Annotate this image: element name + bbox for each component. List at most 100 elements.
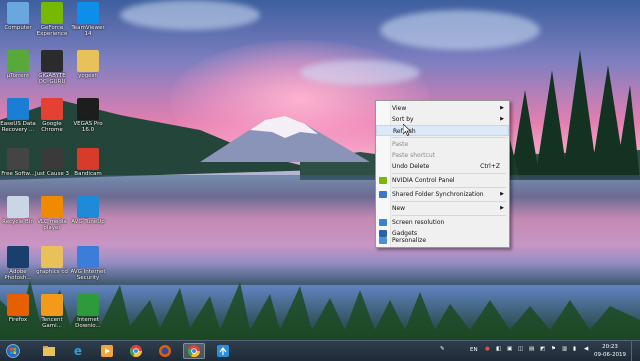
menu-item-view[interactable]: View ▶ <box>376 103 509 114</box>
desktop-icon[interactable]: graphics cd <box>34 246 70 275</box>
desktop-icon[interactable]: yogesh <box>70 50 106 79</box>
free-software-icon <box>7 148 29 170</box>
desktop-icon-label: VEGAS Pro 16.0 <box>73 121 103 133</box>
desktop-wallpaper[interactable]: Computer GeForce Experience TeamViewer 14 µ… <box>0 0 640 340</box>
taskbar: e ✎ EN ● ◧ ▣ ◫ ▤ ◩ ⚑ ▥ ▮ ◀ 20:23 09-06-2… <box>0 340 640 361</box>
tray-app-icon[interactable]: ▤ <box>529 346 534 352</box>
desktop-icon[interactable]: AVG TuneUp <box>70 196 106 225</box>
vegas-icon <box>77 98 99 120</box>
desktop-icon[interactable]: Adobe Photosh... <box>0 246 36 281</box>
desktop-icon[interactable]: AVG Internet Security <box>70 246 106 281</box>
submenu-arrow-icon: ▶ <box>500 205 504 211</box>
chrome-icon <box>188 345 200 357</box>
media-player-icon <box>101 345 113 357</box>
desktop-icon[interactable]: Google Chrome <box>34 98 70 133</box>
taskbar-internet-explorer[interactable]: e <box>67 343 89 359</box>
desktop-icon[interactable]: EaseUS Data Recovery ... <box>0 98 36 133</box>
tray-app-icon[interactable]: ▥ <box>562 346 567 352</box>
menu-shortcut: Ctrl+Z <box>480 163 500 170</box>
desktop-icon-label: VLC media player <box>37 219 67 231</box>
tray-app-icon[interactable]: ◧ <box>496 346 501 352</box>
sync-folder-icon <box>379 191 387 198</box>
desktop-icon[interactable]: Bandicam <box>70 148 106 177</box>
language-indicator[interactable]: EN <box>470 347 478 353</box>
menu-item-sort-by[interactable]: Sort by ▶ <box>376 114 509 125</box>
taskbar-chrome[interactable] <box>125 343 147 359</box>
tray-app-icon[interactable]: ⚑ <box>551 346 556 352</box>
desktop-icon[interactable]: Firefox <box>0 294 36 323</box>
menu-item-screen-resolution[interactable]: Screen resolution <box>376 217 509 228</box>
desktop-icon[interactable]: GIGABYTE OC_GURU <box>34 50 70 85</box>
photoshop-icon <box>7 246 29 268</box>
taskbar-explorer[interactable] <box>38 343 60 359</box>
network-icon <box>217 345 229 357</box>
avg-tuneup-icon <box>77 196 99 218</box>
taskbar-media-player[interactable] <box>96 343 118 359</box>
clock[interactable]: 20:23 09-06-2019 <box>594 343 626 359</box>
menu-separator <box>392 137 506 138</box>
clock-date: 09-06-2019 <box>594 352 626 358</box>
bandicam-icon <box>77 148 99 170</box>
desktop-icon[interactable]: VEGAS Pro 16.0 <box>70 98 106 133</box>
just-cause-icon <box>41 148 63 170</box>
desktop-icon[interactable]: Tencent Gami... <box>34 294 70 329</box>
desktop-icon-label: Internet Downlo... <box>75 317 101 329</box>
desktop-icon-label: Recycle Bin <box>2 219 34 225</box>
desktop-icon[interactable]: Just Cause 3 <box>34 148 70 177</box>
clock-time: 20:23 <box>602 344 618 350</box>
desktop-icon[interactable]: GeForce Experience <box>34 2 70 37</box>
teamviewer-icon <box>77 2 99 24</box>
menu-item-personalize[interactable]: Personalize <box>376 236 509 246</box>
tray-app-icon[interactable]: ▣ <box>507 346 512 352</box>
monitor-icon <box>379 219 387 226</box>
gigabyte-icon <box>41 50 63 72</box>
desktop-icon-label: AVG TuneUp <box>71 219 105 225</box>
menu-separator <box>392 173 506 174</box>
desktop-icon[interactable]: Computer <box>0 2 36 31</box>
taskbar-network-app[interactable] <box>212 343 234 359</box>
folder-icon <box>41 246 63 268</box>
desktop-icon-label: GeForce Experience <box>36 25 68 37</box>
nvidia-icon <box>41 2 63 24</box>
menu-item-label: View <box>392 105 407 112</box>
desktop-icon-label: Just Cause 3 <box>34 171 70 177</box>
menu-item-shared-folder-sync[interactable]: Shared Folder Synchronization ▶ <box>376 189 509 200</box>
menu-item-label: Paste <box>392 141 409 148</box>
menu-item-new[interactable]: New ▶ <box>376 203 509 214</box>
desktop-icon-label: Tencent Gami... <box>41 317 63 329</box>
chrome-icon <box>130 345 142 357</box>
network-status-icon[interactable]: ▮ <box>573 346 576 352</box>
desktop-icon-label: EaseUS Data Recovery ... <box>0 121 36 133</box>
menu-item-label: Paste shortcut <box>392 152 435 159</box>
taskbar-firefox[interactable] <box>154 343 176 359</box>
desktop-icon[interactable]: Recycle Bin <box>0 196 36 225</box>
desktop-icon[interactable]: TeamViewer 14 <box>70 2 106 37</box>
menu-item-refresh[interactable]: Refresh <box>376 125 509 136</box>
desktop-icon-label: Adobe Photosh... <box>4 269 32 281</box>
tray-app-icon[interactable]: ◫ <box>518 346 523 352</box>
tray-app-icon[interactable]: ◩ <box>540 346 545 352</box>
desktop-icon[interactable]: Free Softw... <box>0 148 36 177</box>
desktop-icon-label: AVG Internet Security <box>70 269 106 281</box>
volume-icon[interactable]: ◀ <box>584 346 588 352</box>
submenu-arrow-icon: ▶ <box>500 116 504 122</box>
show-desktop-button[interactable] <box>631 341 640 361</box>
desktop-icon[interactable]: Internet Downlo... <box>70 294 106 329</box>
desktop-icon[interactable]: VLC media player <box>34 196 70 231</box>
menu-item-paste-shortcut[interactable]: Paste shortcut <box>376 150 509 161</box>
desktop-icon[interactable]: µTorrent <box>0 50 36 79</box>
taskbar-chrome-active[interactable] <box>183 343 205 359</box>
menu-item-nvidia-control-panel[interactable]: NVIDIA Control Panel <box>376 175 509 186</box>
utorrent-icon <box>7 50 29 72</box>
explorer-icon <box>43 346 55 356</box>
desktop-icon-label: Google Chrome <box>41 121 63 133</box>
computer-icon <box>7 2 29 24</box>
submenu-arrow-icon: ▶ <box>500 105 504 111</box>
desktop-icon-label: Free Softw... <box>1 171 35 177</box>
start-button[interactable] <box>2 343 24 359</box>
menu-item-paste[interactable]: Paste <box>376 139 509 150</box>
menu-item-undo-delete[interactable]: Undo Delete Ctrl+Z <box>376 161 509 172</box>
context-menu: View ▶ Sort by ▶ Refresh Paste Paste sho… <box>375 100 510 248</box>
action-center-icon[interactable]: ✎ <box>440 346 445 352</box>
record-icon[interactable]: ● <box>485 346 490 352</box>
